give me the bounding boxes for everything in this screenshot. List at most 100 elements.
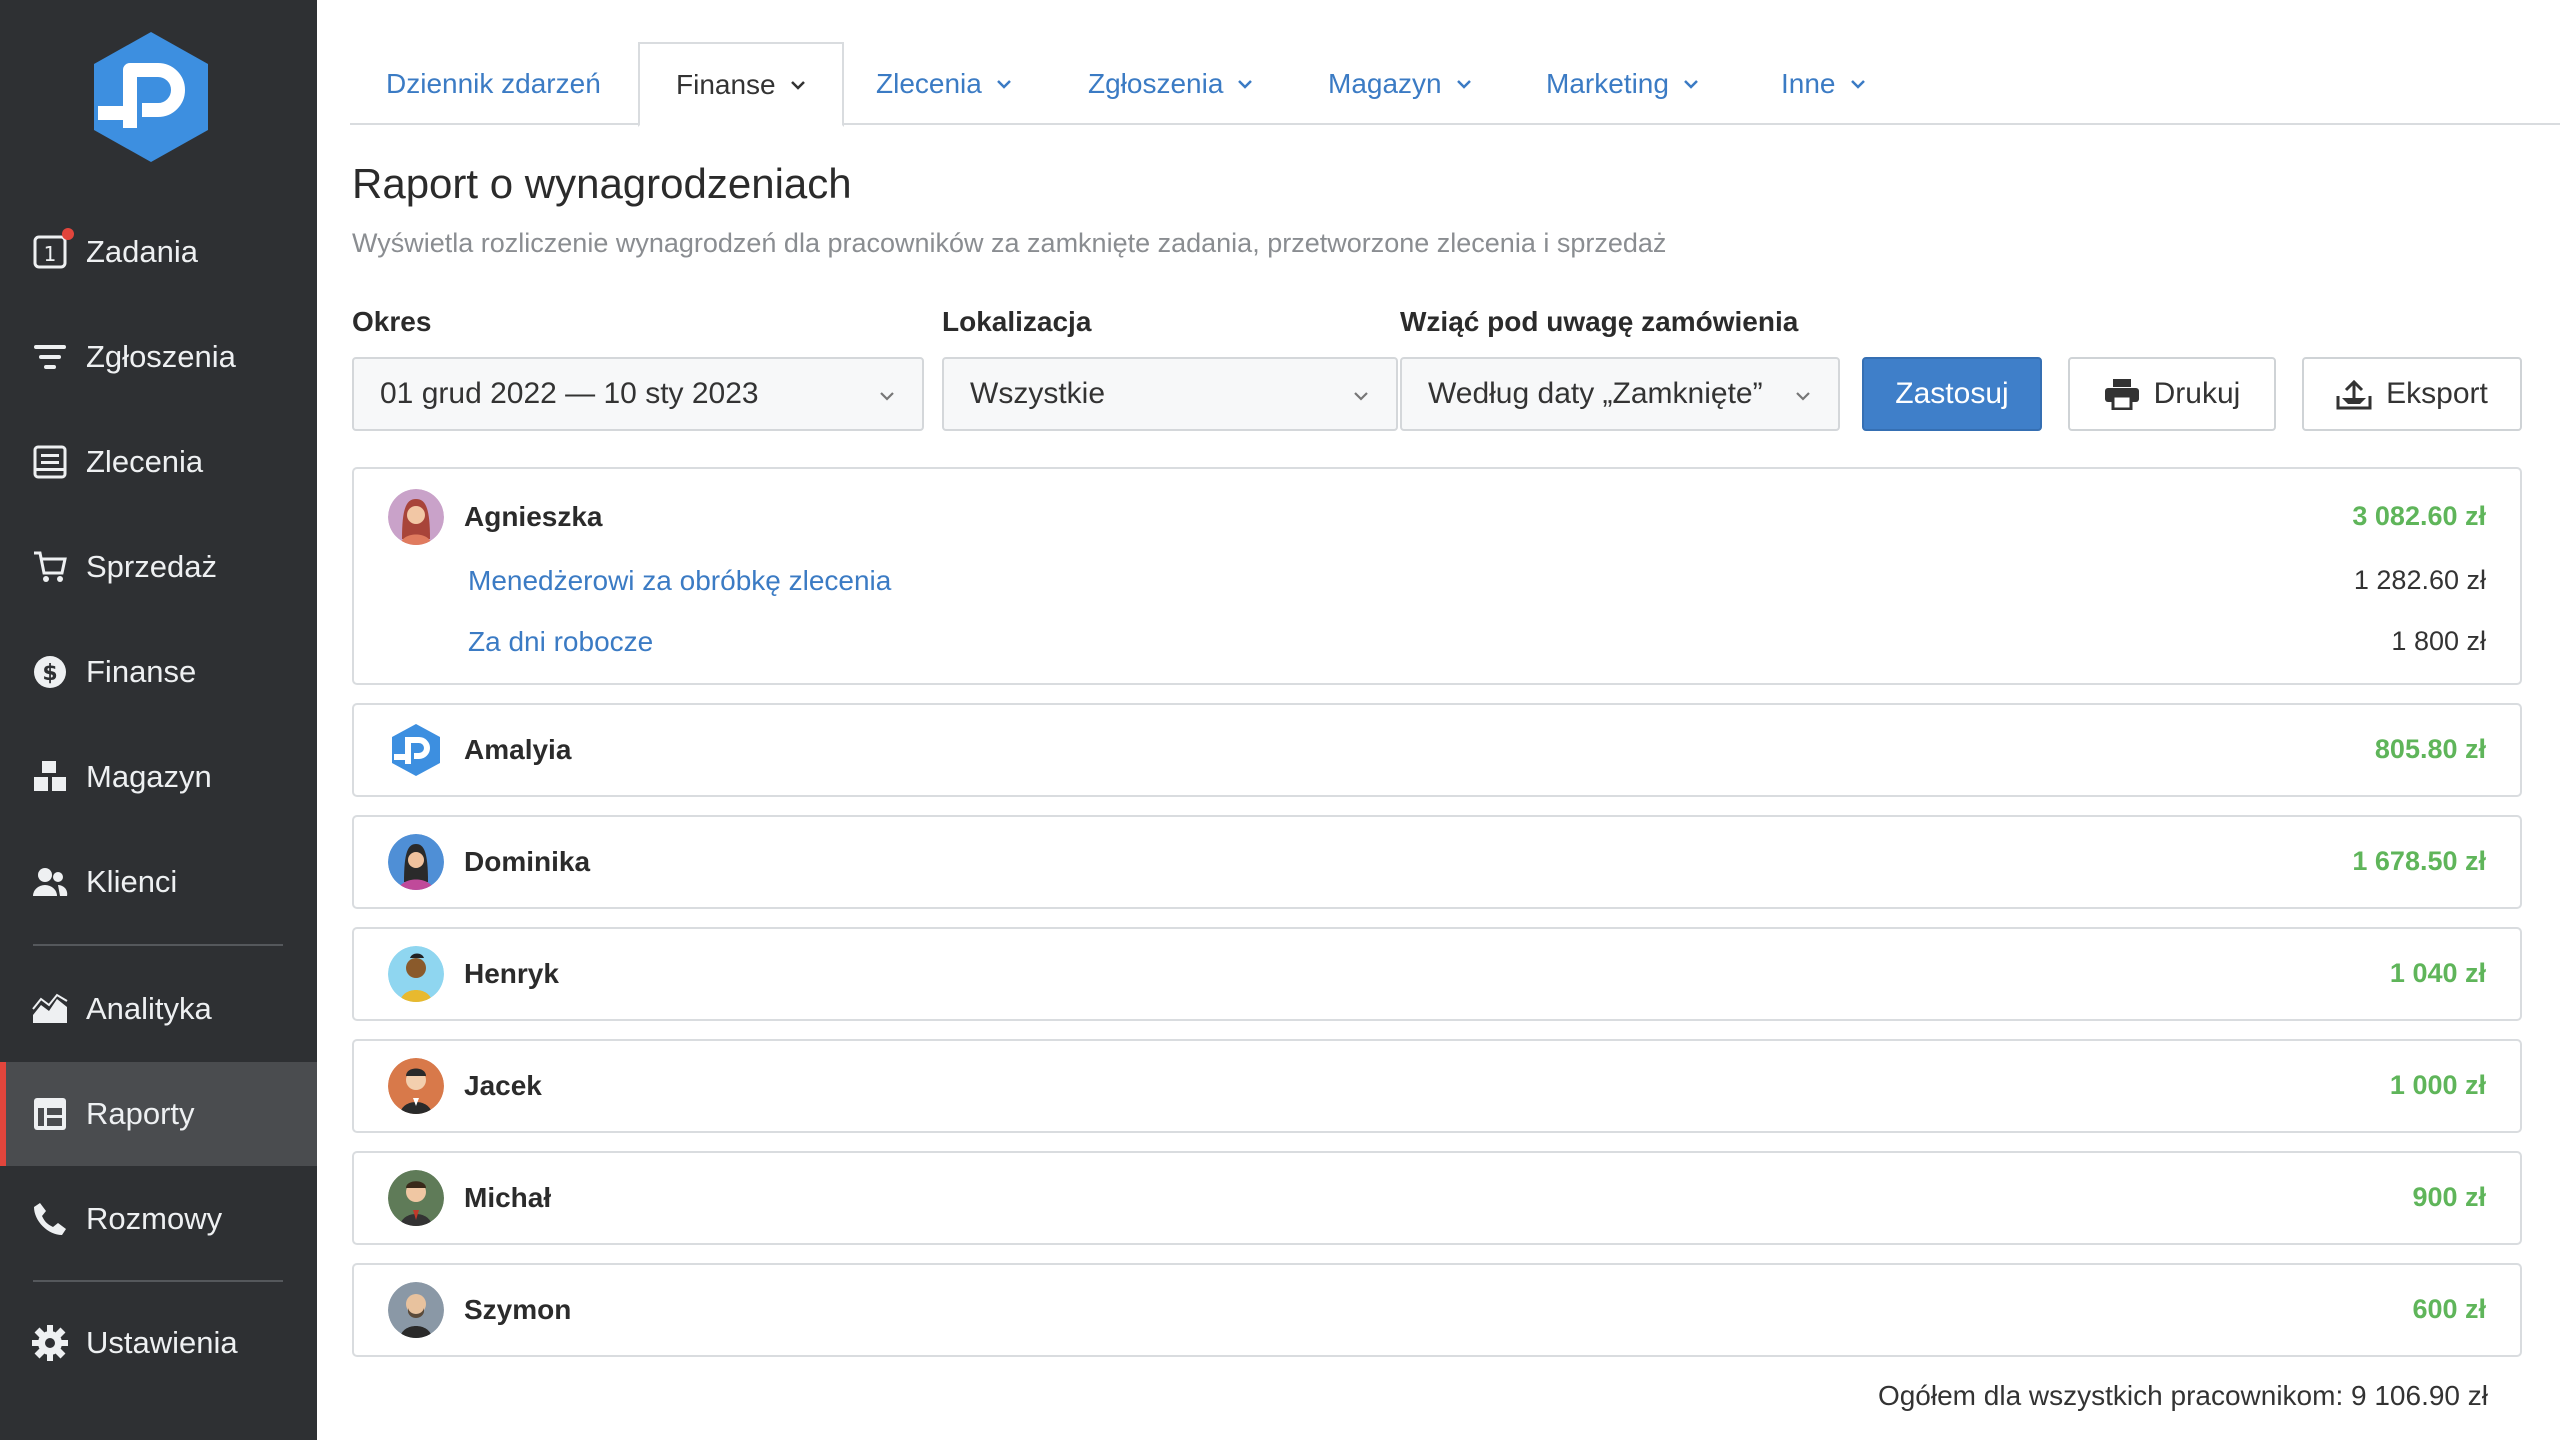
employee-amount: 900 zł bbox=[2412, 1182, 2486, 1212]
detail-amount: 1 800 zł bbox=[2391, 626, 2486, 656]
employee-card[interactable]: Szymon 600 zł bbox=[352, 1263, 2522, 1357]
employee-name: Henryk bbox=[464, 958, 559, 989]
avatar bbox=[388, 834, 444, 890]
employee-card[interactable]: Dominika 1 678.50 zł bbox=[352, 815, 2522, 909]
tab-marketing[interactable]: Marketing bbox=[1510, 42, 1735, 125]
detail-amount: 1 282.60 zł bbox=[2353, 565, 2486, 595]
tab-zlecenia[interactable]: Zlecenia bbox=[840, 42, 1048, 125]
avatar bbox=[388, 946, 444, 1002]
tab-label: Zgłoszenia bbox=[1088, 67, 1224, 99]
chart-icon bbox=[30, 989, 70, 1029]
boxes-icon bbox=[30, 757, 70, 797]
users-icon bbox=[30, 862, 70, 902]
export-icon bbox=[2336, 379, 2372, 410]
tab-magazyn[interactable]: Magazyn bbox=[1292, 42, 1508, 125]
sidebar-item-zgloszenia[interactable]: Zgłoszenia bbox=[0, 305, 317, 409]
employee-row-header[interactable]: Agnieszka 3 082.60 zł bbox=[354, 469, 2520, 559]
tab-label: Zlecenia bbox=[876, 67, 982, 99]
employee-card[interactable]: Amalyia 805.80 zł bbox=[352, 703, 2522, 797]
chevron-down-icon bbox=[1796, 392, 1810, 401]
print-button[interactable]: Drukuj bbox=[2068, 357, 2276, 431]
detail-link[interactable]: Za dni robocze bbox=[468, 626, 653, 658]
sidebar-item-raporty[interactable]: Raporty bbox=[0, 1062, 317, 1166]
sidebar-item-label: Analityka bbox=[86, 991, 212, 1026]
sidebar-item-label: Zgłoszenia bbox=[86, 339, 236, 374]
page-title: Raport o wynagrodzeniach bbox=[352, 160, 852, 207]
sidebar-item-label: Magazyn bbox=[86, 759, 212, 794]
sidebar-divider bbox=[33, 1280, 283, 1282]
sidebar-item-rozmowy[interactable]: Rozmowy bbox=[0, 1167, 317, 1271]
location-select[interactable]: Wszystkie bbox=[942, 357, 1398, 431]
sidebar-item-label: Finanse bbox=[86, 654, 197, 689]
sidebar-item-finanse[interactable]: $ Finanse bbox=[0, 620, 317, 724]
chevron-down-icon bbox=[880, 392, 894, 401]
period-value: 01 grud 2022 — 10 sty 2023 bbox=[380, 377, 759, 410]
employee-name: Jacek bbox=[464, 1070, 542, 1101]
sidebar-item-label: Klienci bbox=[86, 864, 178, 899]
tab-finanse[interactable]: Finanse bbox=[638, 42, 844, 127]
export-button[interactable]: Eksport bbox=[2302, 357, 2522, 431]
svg-text:$: $ bbox=[42, 661, 57, 686]
employee-card[interactable]: Michał 900 zł bbox=[352, 1151, 2522, 1245]
tab-label: Dziennik zdarzeń bbox=[386, 67, 601, 99]
export-label: Eksport bbox=[2386, 377, 2488, 410]
apply-button[interactable]: Zastosuj bbox=[1862, 357, 2042, 431]
employee-amount: 600 zł bbox=[2412, 1294, 2486, 1324]
sidebar: 1 Zadania Zgłoszenia Zlecenia Sprzedaż $… bbox=[0, 0, 317, 1440]
sidebar-item-label: Zlecenia bbox=[86, 444, 204, 479]
grand-total: Ogółem dla wszystkich pracownikom: 9 106… bbox=[1877, 1380, 2488, 1411]
sidebar-item-klienci[interactable]: Klienci bbox=[0, 830, 317, 934]
sidebar-item-label: Sprzedaż bbox=[86, 549, 217, 584]
location-label: Lokalizacja bbox=[942, 306, 1092, 337]
sidebar-item-label: Raporty bbox=[86, 1096, 195, 1131]
employee-card-expanded: Agnieszka 3 082.60 zł Menedżerowi za obr… bbox=[352, 467, 2522, 685]
svg-text:1: 1 bbox=[44, 242, 57, 266]
detail-link[interactable]: Menedżerowi za obróbkę zlecenia bbox=[468, 565, 891, 597]
employee-name: Szymon bbox=[464, 1294, 572, 1325]
printer-icon bbox=[2104, 379, 2139, 410]
orders-value: Według daty „Zamknięte” bbox=[1428, 377, 1763, 410]
avatar bbox=[388, 489, 444, 545]
employee-card[interactable]: Henryk 1 040 zł bbox=[352, 927, 2522, 1021]
employee-amount: 3 082.60 zł bbox=[2352, 501, 2486, 531]
sidebar-item-sprzedaz[interactable]: Sprzedaż bbox=[0, 515, 317, 619]
period-label: Okres bbox=[352, 306, 432, 337]
cart-icon bbox=[30, 547, 70, 587]
notification-dot bbox=[62, 228, 74, 240]
chevron-down-icon bbox=[1456, 79, 1471, 89]
app-logo-icon[interactable] bbox=[90, 30, 212, 165]
employee-amount: 805.80 zł bbox=[2374, 734, 2486, 764]
orders-select[interactable]: Według daty „Zamknięte” bbox=[1400, 357, 1840, 431]
sidebar-item-label: Zadania bbox=[86, 234, 199, 269]
tab-zgloszenia[interactable]: Zgłoszenia bbox=[1052, 42, 1289, 125]
dollar-icon: $ bbox=[30, 652, 70, 692]
page-subtitle: Wyświetla rozliczenie wynagrodzeń dla pr… bbox=[352, 228, 1667, 258]
avatar bbox=[388, 1170, 444, 1226]
tab-label: Magazyn bbox=[1328, 67, 1442, 99]
chevron-down-icon bbox=[1850, 79, 1865, 89]
phone-icon bbox=[30, 1199, 70, 1239]
gear-icon bbox=[30, 1323, 70, 1363]
orders-icon bbox=[30, 442, 70, 482]
avatar bbox=[388, 1058, 444, 1114]
location-value: Wszystkie bbox=[970, 377, 1105, 410]
employee-name: Agnieszka bbox=[464, 501, 603, 532]
sidebar-item-label: Ustawienia bbox=[86, 1325, 238, 1360]
sidebar-divider bbox=[33, 944, 283, 946]
sidebar-item-zadania[interactable]: 1 Zadania bbox=[0, 200, 317, 304]
employee-card[interactable]: Jacek 1 000 zł bbox=[352, 1039, 2522, 1133]
period-select[interactable]: 01 grud 2022 — 10 sty 2023 bbox=[352, 357, 924, 431]
tab-label: Finanse bbox=[676, 68, 776, 100]
sidebar-item-label: Rozmowy bbox=[86, 1201, 223, 1236]
chevron-down-icon bbox=[1684, 79, 1698, 89]
tab-dziennik-zdarzen[interactable]: Dziennik zdarzeń bbox=[350, 42, 637, 125]
sidebar-item-magazyn[interactable]: Magazyn bbox=[0, 725, 317, 829]
chevron-down-icon bbox=[790, 80, 805, 90]
chevron-down-icon bbox=[1238, 79, 1253, 89]
sidebar-item-ustawienia[interactable]: Ustawienia bbox=[0, 1291, 317, 1395]
filter-icon bbox=[30, 337, 70, 377]
sidebar-item-zlecenia[interactable]: Zlecenia bbox=[0, 410, 317, 514]
tab-inne[interactable]: Inne bbox=[1745, 42, 1902, 125]
sidebar-item-analityka[interactable]: Analityka bbox=[0, 957, 317, 1061]
employee-name: Amalyia bbox=[464, 734, 572, 765]
